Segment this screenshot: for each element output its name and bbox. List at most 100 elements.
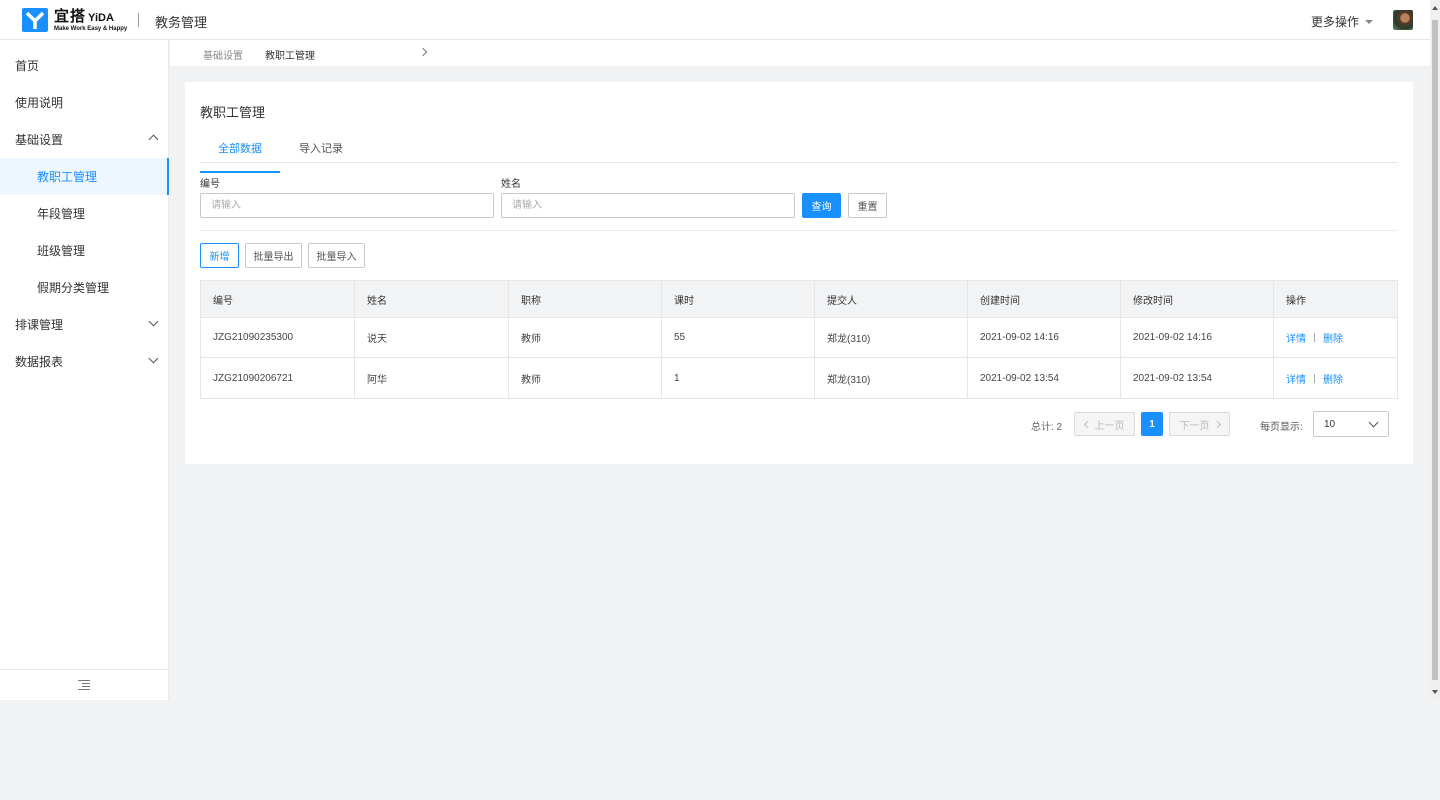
user-avatar[interactable] [1393,10,1413,30]
batch-export-button[interactable]: 批量导出 [245,243,302,268]
sidebar-item-basic-settings[interactable]: 基础设置 [0,121,169,158]
sidebar-item-grade-management[interactable]: 年段管理 [0,195,169,232]
yida-logo-icon [22,8,48,32]
delete-link[interactable]: 删除 [1323,371,1343,386]
tab-import-records[interactable]: 导入记录 [299,140,343,156]
table-header-row: 编号 姓名 职称 课时 提交人 创建时间 修改时间 操作 [201,281,1397,318]
column-header: 课时 [662,281,815,317]
sidebar-item-label: 排课管理 [15,318,64,332]
id-filter-label: 编号 [200,179,220,190]
cell-id: JZG21090235300 [201,318,355,357]
cell-submitter: 郑龙(310) [815,358,968,398]
add-button[interactable]: 新增 [200,243,239,268]
scrollbar-thumb[interactable] [1432,20,1438,680]
sidebar-item-label: 基础设置 [15,133,64,147]
sidebar-item-scheduling[interactable]: 排课管理 [0,306,169,343]
sidebar-item-label: 教职工管理 [37,170,98,184]
per-page-select[interactable]: 10 [1313,411,1389,437]
cell-created-at: 2021-09-02 13:54 [968,358,1121,398]
app-title: 教务管理 [155,15,208,30]
table-row: JZG21090206721 阿华 教师 1 郑龙(310) 2021-09-0… [201,358,1397,398]
sidebar-item-label: 班级管理 [37,244,86,258]
main-card: 教职工管理 全部数据 导入记录 编号 姓名 查询 重置 新增 批量导出 批量导入… [185,82,1413,464]
per-page-label: 每页显示: [1260,422,1303,433]
cell-operations: 详情 删除 [1274,318,1397,357]
prev-page-button[interactable]: 上一页 [1074,412,1135,436]
column-header: 职称 [509,281,662,317]
sidebar-item-holiday-category[interactable]: 假期分类管理 [0,269,169,306]
scroll-down-arrow-icon[interactable] [1432,690,1438,694]
page-title: 教职工管理 [200,105,266,120]
breadcrumb-item-basic-settings[interactable]: 基础设置 [203,47,243,62]
name-filter-input[interactable] [501,193,795,218]
cell-title: 教师 [509,318,662,357]
cell-hours: 1 [662,358,815,398]
logo-slogan: Make Work Easy & Happy [54,25,128,32]
cell-id: JZG21090206721 [201,358,355,398]
batch-import-button[interactable]: 批量导入 [308,243,365,268]
sidebar-item-label: 数据报表 [15,355,64,369]
sidebar-item-label: 假期分类管理 [37,281,110,295]
sidebar-item-reports[interactable]: 数据报表 [0,343,169,380]
header-divider [138,13,139,27]
page-number-current[interactable]: 1 [1141,412,1163,436]
page-scrollbar[interactable] [1430,0,1440,700]
caret-down-icon [1365,19,1374,24]
more-actions-dropdown[interactable]: 更多操作 [1311,13,1374,30]
sidebar-footer [0,669,169,700]
cell-modified-at: 2021-09-02 14:16 [1121,318,1274,357]
cell-modified-at: 2021-09-02 13:54 [1121,358,1274,398]
reset-button[interactable]: 重置 [848,193,887,218]
breadcrumb-item-current: 教职工管理 [265,51,315,62]
sidebar-item-staff-management[interactable]: 教职工管理 [0,158,169,195]
chevron-left-icon [1083,420,1091,428]
sidebar-item-label: 首页 [15,59,40,73]
staff-table: 编号 姓名 职称 课时 提交人 创建时间 修改时间 操作 JZG21090235… [200,280,1398,399]
cell-created-at: 2021-09-02 14:16 [968,318,1121,357]
name-filter-label: 姓名 [501,179,521,190]
column-header: 姓名 [355,281,509,317]
column-header: 提交人 [815,281,968,317]
chevron-down-icon [148,353,159,364]
collapse-sidebar-icon[interactable] [78,680,90,690]
column-header: 修改时间 [1121,281,1274,317]
search-button[interactable]: 查询 [802,193,841,218]
prev-page-label: 上一页 [1094,420,1125,432]
column-header: 编号 [201,281,355,317]
cell-operations: 详情 删除 [1274,358,1397,398]
column-header: 创建时间 [968,281,1121,317]
detail-link[interactable]: 详情 [1286,330,1306,345]
sidebar-item-instructions[interactable]: 使用说明 [0,84,169,121]
logo-title: 宜搭 [54,7,87,25]
sidebar-item-label: 使用说明 [15,96,64,110]
sidebar: 首页 使用说明 基础设置 教职工管理 年段管理 班级管理 假期分类管理 排课管理… [0,40,169,700]
op-divider [1314,373,1315,383]
tab-all-data[interactable]: 全部数据 [200,140,280,173]
sidebar-item-home[interactable]: 首页 [0,47,169,84]
top-bar: 宜搭 YiDA Make Work Easy & Happy 教务管理 更多操作 [0,0,1430,40]
next-page-label: 下一页 [1179,420,1210,432]
breadcrumb-separator-icon [418,47,428,57]
breadcrumb: 基础设置 教职工管理 [170,40,1430,66]
cell-submitter: 郑龙(310) [815,318,968,357]
delete-link[interactable]: 删除 [1323,330,1343,345]
logo-title-en: YiDA [88,11,114,24]
chevron-right-icon [1213,420,1221,428]
chevron-up-icon [148,134,159,145]
detail-link[interactable]: 详情 [1286,371,1306,386]
cell-name: 阿华 [355,358,509,398]
op-divider [1314,333,1315,342]
next-page-button[interactable]: 下一页 [1169,412,1230,436]
yida-logo[interactable]: 宜搭 YiDA Make Work Easy & Happy [22,8,127,32]
sidebar-item-class-management[interactable]: 班级管理 [0,232,169,269]
chevron-down-icon [1368,417,1379,428]
filter-divider [200,230,1398,231]
sidebar-item-label: 年段管理 [37,207,86,221]
scroll-up-arrow-icon[interactable] [1432,6,1438,10]
per-page-value: 10 [1324,418,1336,430]
chevron-down-icon [148,316,159,327]
table-row: JZG21090235300 说天 教师 55 郑龙(310) 2021-09-… [201,318,1397,358]
cell-name: 说天 [355,318,509,357]
id-filter-input[interactable] [200,193,494,218]
cell-title: 教师 [509,358,662,398]
